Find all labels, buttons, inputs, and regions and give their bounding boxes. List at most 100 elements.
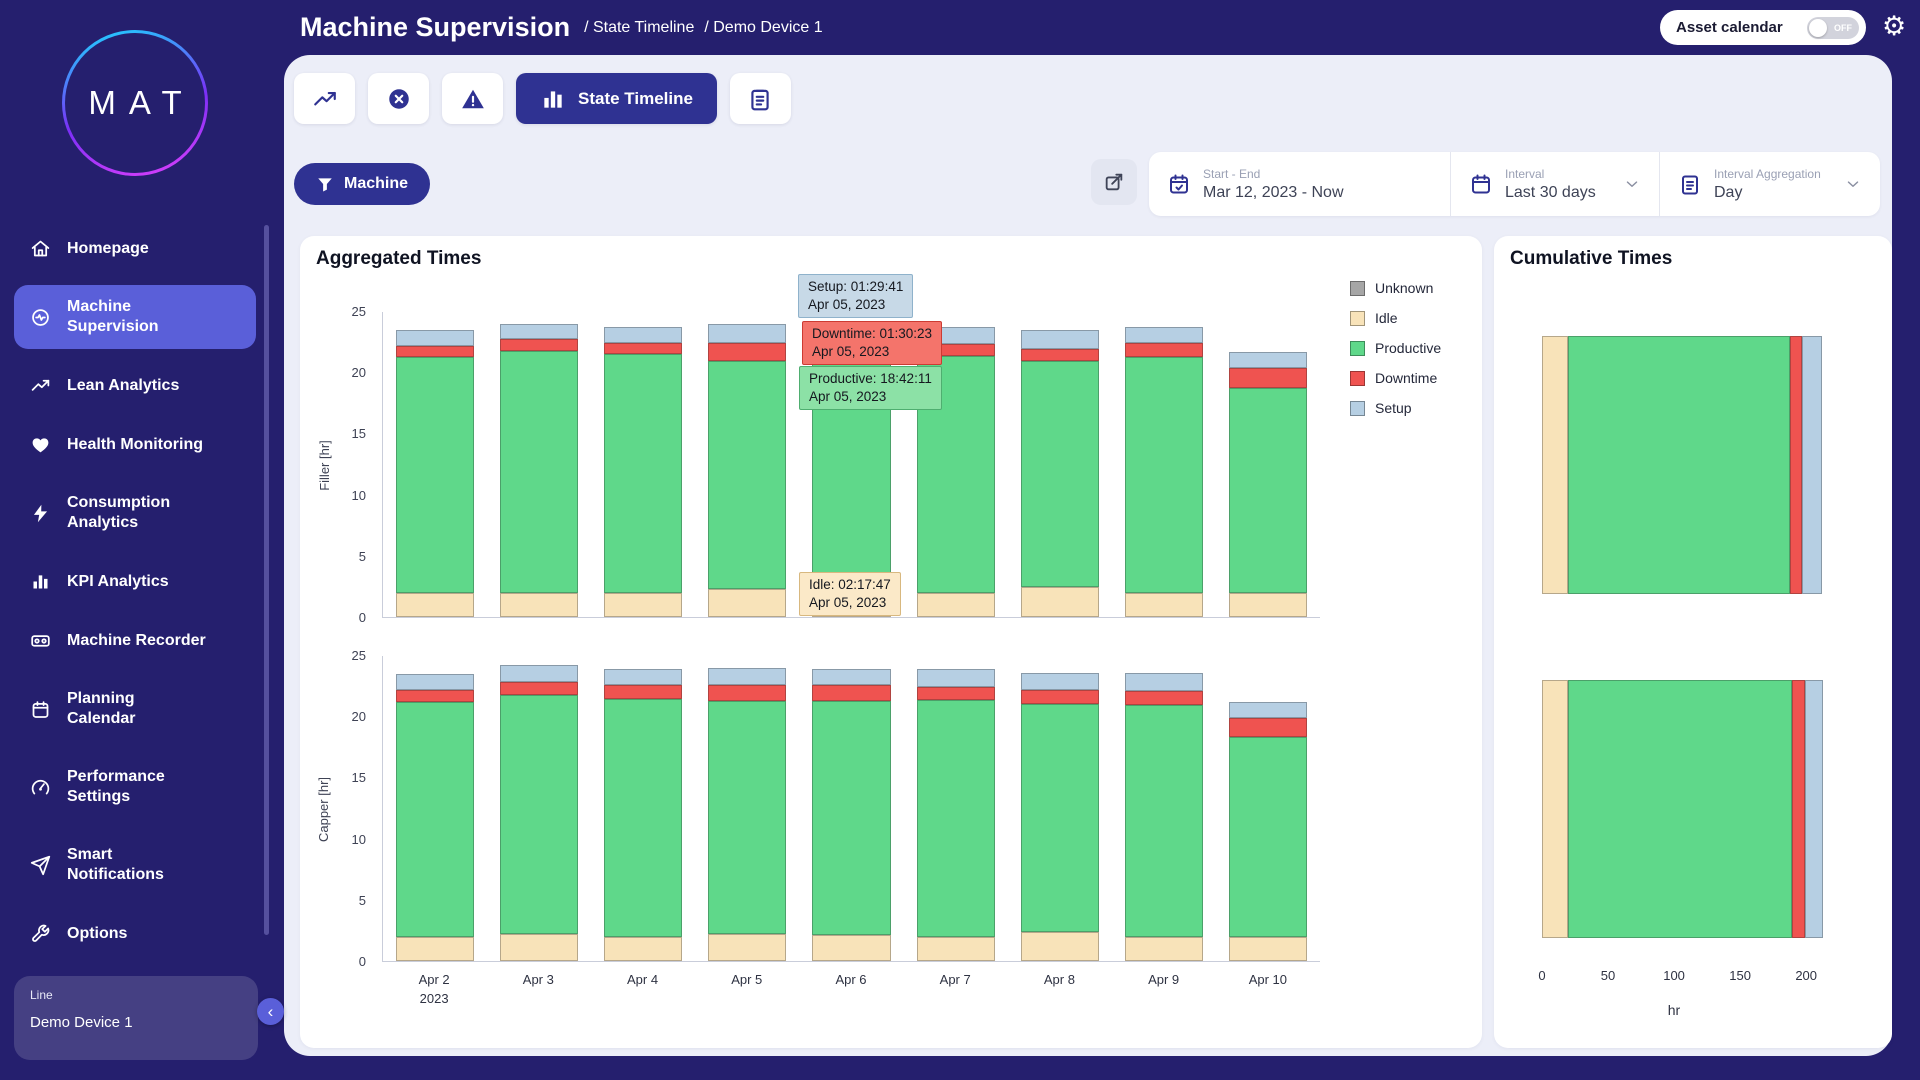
stacked-bar[interactable] bbox=[500, 656, 578, 961]
setup-segment[interactable] bbox=[1229, 702, 1307, 718]
sidebar-item-options[interactable]: Options bbox=[14, 911, 256, 956]
downtime-segment[interactable] bbox=[708, 685, 786, 701]
downtime-segment[interactable] bbox=[1125, 343, 1203, 358]
idle-segment[interactable] bbox=[500, 934, 578, 961]
productive-segment[interactable] bbox=[1021, 361, 1099, 587]
idle-segment[interactable] bbox=[708, 934, 786, 961]
productive-segment[interactable] bbox=[1229, 388, 1307, 593]
downtime-segment[interactable] bbox=[1229, 368, 1307, 388]
setup-segment[interactable] bbox=[396, 330, 474, 346]
tab-alarms[interactable] bbox=[442, 73, 503, 124]
setup-segment[interactable] bbox=[1229, 352, 1307, 368]
stacked-bar[interactable] bbox=[396, 656, 474, 961]
downtime-segment[interactable] bbox=[917, 687, 995, 700]
tab-line-chart[interactable] bbox=[294, 73, 355, 124]
stacked-bar[interactable] bbox=[500, 312, 578, 617]
productive-segment[interactable] bbox=[604, 354, 682, 593]
downtime-segment[interactable] bbox=[1125, 691, 1203, 704]
breadcrumb-device[interactable]: / Demo Device 1 bbox=[704, 19, 822, 37]
productive-segment[interactable] bbox=[396, 702, 474, 936]
idle-segment[interactable] bbox=[708, 589, 786, 617]
sidebar-item-health-monitoring[interactable]: Health Monitoring bbox=[14, 422, 256, 467]
downtime-segment[interactable] bbox=[396, 690, 474, 702]
sidebar-item-planning-calendar[interactable]: Planning Calendar bbox=[14, 677, 256, 741]
export-button[interactable] bbox=[1091, 159, 1137, 205]
sidebar-item-consumption-analytics[interactable]: Consumption Analytics bbox=[14, 481, 256, 545]
stacked-bar[interactable] bbox=[1125, 312, 1203, 617]
downtime-segment[interactable] bbox=[604, 685, 682, 698]
productive-segment[interactable] bbox=[500, 351, 578, 593]
legend-item-unknown[interactable]: Unknown bbox=[1350, 280, 1441, 296]
setup-segment[interactable] bbox=[1805, 680, 1823, 938]
stacked-bar[interactable] bbox=[604, 312, 682, 617]
idle-segment[interactable] bbox=[1542, 680, 1568, 938]
machine-filter-button[interactable]: Machine bbox=[294, 163, 430, 205]
settings-gear-icon[interactable]: ⚙ bbox=[1882, 11, 1906, 42]
setup-segment[interactable] bbox=[917, 669, 995, 686]
setup-segment[interactable] bbox=[500, 665, 578, 682]
idle-segment[interactable] bbox=[1125, 937, 1203, 961]
idle-segment[interactable] bbox=[1229, 593, 1307, 617]
idle-segment[interactable] bbox=[500, 593, 578, 617]
tab-stop-events[interactable] bbox=[368, 73, 429, 124]
downtime-segment[interactable] bbox=[1229, 718, 1307, 736]
productive-segment[interactable] bbox=[1125, 357, 1203, 592]
interval-aggregation-control[interactable]: Interval Aggregation Day bbox=[1659, 152, 1880, 216]
idle-segment[interactable] bbox=[396, 937, 474, 961]
cumulative-bar-filler[interactable] bbox=[1542, 336, 1826, 594]
device-selector-card[interactable]: Line Demo Device 1 bbox=[14, 976, 258, 1060]
sidebar-collapse-button[interactable]: ‹ bbox=[257, 998, 284, 1025]
setup-segment[interactable] bbox=[396, 674, 474, 690]
stacked-bar[interactable] bbox=[1125, 656, 1203, 961]
idle-segment[interactable] bbox=[812, 935, 890, 961]
sidebar-item-smart-notifications[interactable]: Smart Notifications bbox=[14, 833, 256, 897]
idle-segment[interactable] bbox=[917, 937, 995, 961]
downtime-segment[interactable] bbox=[1792, 680, 1805, 938]
date-range-control[interactable]: Start - End Mar 12, 2023 - Now bbox=[1149, 152, 1450, 216]
breadcrumb-state-timeline[interactable]: / State Timeline bbox=[584, 19, 694, 37]
idle-segment[interactable] bbox=[1125, 593, 1203, 617]
idle-segment[interactable] bbox=[1229, 937, 1307, 961]
legend-item-productive[interactable]: Productive bbox=[1350, 340, 1441, 356]
productive-segment[interactable] bbox=[1229, 737, 1307, 937]
downtime-segment[interactable] bbox=[812, 685, 890, 701]
sidebar-item-homepage[interactable]: Homepage bbox=[14, 226, 256, 271]
setup-segment[interactable] bbox=[1021, 330, 1099, 348]
setup-segment[interactable] bbox=[1125, 673, 1203, 691]
productive-segment[interactable] bbox=[500, 695, 578, 934]
interval-control[interactable]: Interval Last 30 days bbox=[1450, 152, 1659, 216]
setup-segment[interactable] bbox=[812, 669, 890, 685]
stacked-bar[interactable] bbox=[917, 656, 995, 961]
productive-segment[interactable] bbox=[1568, 680, 1791, 938]
idle-segment[interactable] bbox=[396, 593, 474, 617]
legend-item-downtime[interactable]: Downtime bbox=[1350, 370, 1441, 386]
setup-segment[interactable] bbox=[1125, 327, 1203, 343]
stacked-bar[interactable] bbox=[396, 312, 474, 617]
downtime-segment[interactable] bbox=[500, 339, 578, 351]
setup-segment[interactable] bbox=[708, 668, 786, 685]
downtime-segment[interactable] bbox=[1021, 690, 1099, 703]
downtime-segment[interactable] bbox=[500, 682, 578, 695]
legend-item-idle[interactable]: Idle bbox=[1350, 310, 1441, 326]
productive-segment[interactable] bbox=[1021, 704, 1099, 932]
setup-segment[interactable] bbox=[604, 327, 682, 343]
sidebar-item-kpi-analytics[interactable]: KPI Analytics bbox=[14, 559, 256, 604]
downtime-segment[interactable] bbox=[1021, 349, 1099, 361]
sidebar-item-machine-supervision[interactable]: Machine Supervision bbox=[14, 285, 256, 349]
stacked-bar[interactable] bbox=[708, 312, 786, 617]
setup-segment[interactable] bbox=[1021, 673, 1099, 690]
stacked-bar[interactable] bbox=[1229, 656, 1307, 961]
productive-segment[interactable] bbox=[1125, 705, 1203, 937]
downtime-segment[interactable] bbox=[1790, 336, 1802, 594]
idle-segment[interactable] bbox=[1021, 932, 1099, 961]
downtime-segment[interactable] bbox=[604, 343, 682, 354]
stacked-bar[interactable] bbox=[604, 656, 682, 961]
tab-report[interactable] bbox=[730, 73, 791, 124]
idle-segment[interactable] bbox=[1021, 587, 1099, 618]
setup-segment[interactable] bbox=[604, 669, 682, 685]
idle-segment[interactable] bbox=[604, 937, 682, 961]
legend-item-setup[interactable]: Setup bbox=[1350, 400, 1441, 416]
setup-segment[interactable] bbox=[708, 324, 786, 342]
asset-calendar-toggle[interactable]: Asset calendar OFF bbox=[1660, 10, 1866, 45]
productive-segment[interactable] bbox=[812, 701, 890, 935]
